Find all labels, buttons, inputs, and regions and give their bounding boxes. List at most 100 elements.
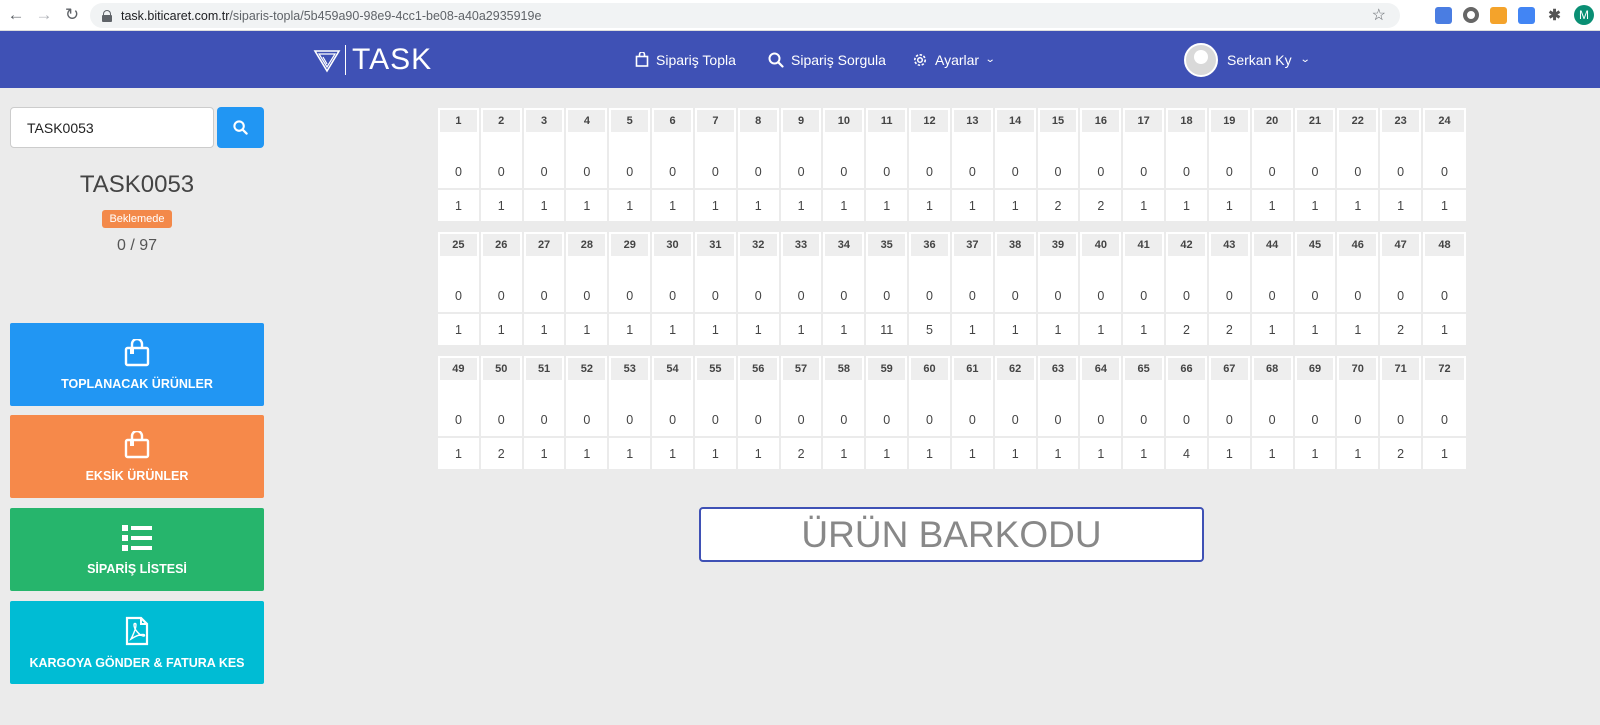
slot-cell[interactable]: 31 0 1 [694,232,738,345]
slot-cell[interactable]: 48 0 1 [1423,232,1466,345]
slot-number: 3 [525,110,563,132]
slot-cell[interactable]: 30 0 1 [652,232,695,345]
slot-cell[interactable]: 26 0 1 [480,232,524,345]
slot-cell[interactable]: 67 0 1 [1208,356,1252,469]
search-button[interactable] [217,107,264,148]
user-menu[interactable]: Serkan Ky ⌄ [1184,31,1310,88]
slot-cell[interactable]: 57 0 2 [780,356,824,469]
puzzle-icon[interactable]: ✱ [1546,7,1563,24]
slot-cell[interactable]: 72 0 1 [1423,356,1466,469]
extension-icon[interactable] [1490,6,1507,24]
address-bar[interactable]: task.biticaret.com.tr/siparis-topla/5b45… [90,3,1400,28]
forward-arrow-icon[interactable]: → [30,1,58,29]
slot-cell[interactable]: 66 0 4 [1166,356,1209,469]
slot-cell[interactable]: 41 0 1 [1123,232,1167,345]
slot-cell[interactable]: 29 0 1 [609,232,653,345]
slot-cell[interactable]: 58 0 1 [823,356,867,469]
slot-collected-count: 0 [1080,380,1122,438]
slot-cell[interactable]: 17 0 1 [1123,108,1167,221]
slot-cell[interactable]: 50 0 2 [480,356,524,469]
slot-cell[interactable]: 62 0 1 [994,356,1038,469]
kargoya-gonder-button[interactable]: KARGOYA GÖNDER & FATURA KES [10,601,264,684]
slot-cell[interactable]: 40 0 1 [1080,232,1124,345]
slot-cell[interactable]: 20 1 [480,108,524,221]
slot-cell[interactable]: 50 1 [609,108,653,221]
slot-cell[interactable]: 49 0 1 [438,356,481,469]
eksik-urunler-button[interactable]: EKSİK ÜRÜNLER [10,415,264,498]
slot-quantity: 1 [840,198,848,213]
slot-cell[interactable]: 11 0 1 [866,108,910,221]
slot-cell[interactable]: 54 0 1 [652,356,695,469]
slot-cell[interactable]: 30 1 [523,108,567,221]
order-search-input[interactable] [10,107,214,148]
slot-cell[interactable]: 27 0 1 [523,232,567,345]
slot-cell[interactable]: 80 1 [737,108,781,221]
toplanacak-urunler-button[interactable]: TOPLANACAK ÜRÜNLER [10,323,264,406]
slot-cell[interactable]: 12 0 1 [909,108,952,221]
slot-cell[interactable]: 90 1 [780,108,824,221]
slot-cell[interactable]: 39 0 1 [1037,232,1081,345]
slot-cell[interactable]: 63 0 1 [1037,356,1081,469]
extension-icon[interactable] [1463,7,1479,23]
slot-cell[interactable]: 51 0 1 [523,356,567,469]
slot-cell[interactable]: 61 0 1 [951,356,995,469]
slot-cell[interactable]: 36 0 5 [909,232,952,345]
slot-cell[interactable]: 60 0 1 [909,356,952,469]
slot-cell[interactable]: 19 0 1 [1208,108,1252,221]
slot-cell[interactable]: 68 0 1 [1251,356,1295,469]
slot-cell[interactable]: 69 0 1 [1294,356,1338,469]
slot-cell[interactable]: 38 0 1 [994,232,1038,345]
nav-siparis-topla[interactable]: Sipariş Topla [635,31,736,88]
slot-quantity: 1 [926,446,933,461]
slot-cell[interactable]: 32 0 1 [737,232,781,345]
bookmark-star-icon[interactable]: ☆ [1372,5,1386,25]
slot-cell[interactable]: 21 0 1 [1294,108,1338,221]
slot-quantity: 1 [1397,198,1405,213]
slot-cell[interactable]: 13 0 1 [951,108,995,221]
slot-cell[interactable]: 23 0 1 [1380,108,1424,221]
nav-ayarlar[interactable]: Ayarlar ⌄ [912,31,996,88]
slot-cell[interactable]: 71 0 2 [1380,356,1424,469]
nav-siparis-sorgula[interactable]: Sipariş Sorgula [768,31,886,88]
slot-cell[interactable]: 16 0 2 [1080,108,1124,221]
slot-cell[interactable]: 42 0 2 [1166,232,1209,345]
translate-icon[interactable] [1518,6,1535,24]
slot-cell[interactable]: 18 0 1 [1166,108,1209,221]
slot-cell[interactable]: 15 0 2 [1037,108,1081,221]
slot-cell[interactable]: 64 0 1 [1080,356,1124,469]
slot-cell[interactable]: 53 0 1 [609,356,653,469]
slot-cell[interactable]: 59 0 1 [866,356,910,469]
slot-cell[interactable]: 24 0 1 [1423,108,1466,221]
back-arrow-icon[interactable]: ← [2,1,30,29]
slot-cell[interactable]: 33 0 1 [780,232,824,345]
extension-icon[interactable] [1435,6,1452,24]
slot-cell[interactable]: 101 [438,108,481,221]
slot-cell[interactable]: 14 0 1 [994,108,1038,221]
slot-cell[interactable]: 65 0 1 [1123,356,1167,469]
reload-icon[interactable]: ↻ [58,1,86,29]
slot-cell[interactable]: 40 1 [566,108,610,221]
slot-cell[interactable]: 52 0 1 [566,356,610,469]
slot-cell[interactable]: 70 0 1 [1337,356,1381,469]
slot-cell[interactable]: 55 0 1 [694,356,738,469]
slot-cell[interactable]: 56 0 1 [737,356,781,469]
slot-cell[interactable]: 34 0 1 [823,232,867,345]
profile-avatar[interactable]: M [1574,5,1594,25]
slot-cell[interactable]: 28 0 1 [566,232,610,345]
slot-cell[interactable]: 37 0 1 [951,232,995,345]
slot-cell[interactable]: 25 0 1 [438,232,481,345]
slot-cell[interactable]: 10 0 1 [823,108,867,221]
slot-cell[interactable]: 44 0 1 [1251,232,1295,345]
slot-cell[interactable]: 43 0 2 [1208,232,1252,345]
slot-cell[interactable]: 47 0 2 [1380,232,1424,345]
slot-cell[interactable]: 70 1 [694,108,738,221]
logo[interactable]: TASK [313,44,432,76]
slot-cell[interactable]: 60 1 [652,108,695,221]
slot-cell[interactable]: 20 0 1 [1251,108,1295,221]
barcode-input[interactable] [699,507,1204,562]
slot-cell[interactable]: 45 0 1 [1294,232,1338,345]
siparis-listesi-button[interactable]: SİPARİŞ LİSTESİ [10,508,264,591]
slot-cell[interactable]: 35 0 11 [866,232,910,345]
slot-cell[interactable]: 46 0 1 [1337,232,1381,345]
slot-cell[interactable]: 22 0 1 [1337,108,1381,221]
